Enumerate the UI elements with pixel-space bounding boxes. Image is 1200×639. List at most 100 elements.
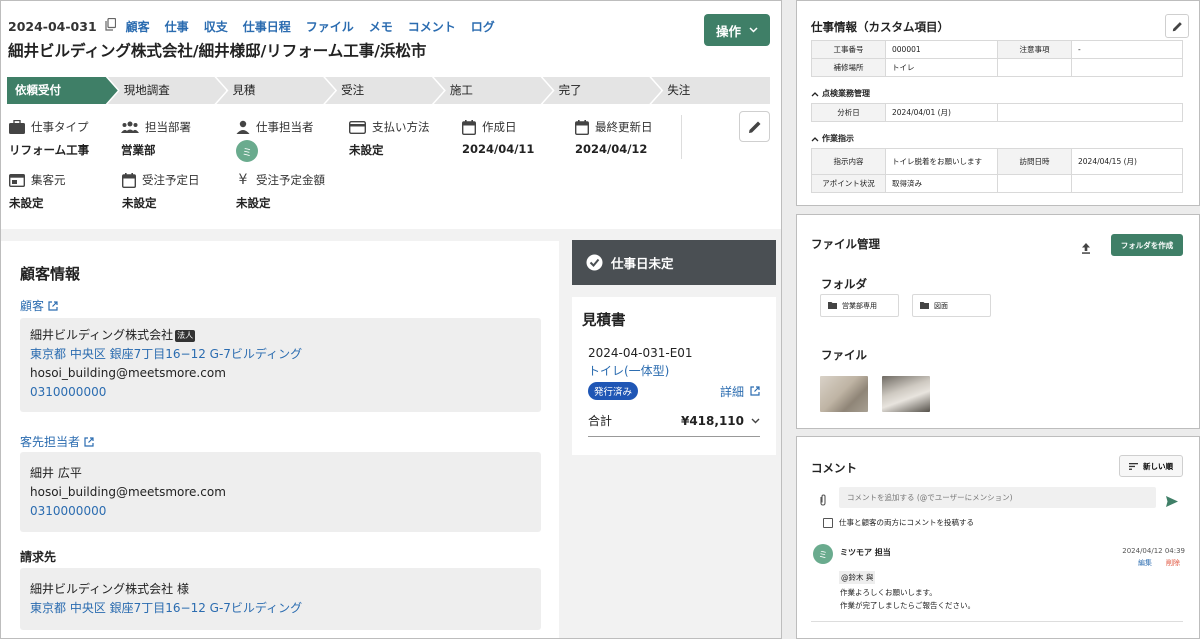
table-row: アポイント状況 取得済み [811,174,1183,193]
contact-name: 細井 広平 [30,466,82,480]
job-header: 2024-04-031 顧客 仕事 収支 仕事日程 ファイル メモ コメント ロ… [1,1,781,229]
external-link-icon [84,436,94,447]
group-icon [121,121,139,133]
table-row: 補修場所 トイレ [811,58,1183,77]
field-order-date: 受注予定日 未設定 [122,171,200,211]
billing-name: 細井ビルディング株式会社 様 [30,582,189,596]
file-thumbnail[interactable] [820,376,868,412]
action-button-label: 操作 [715,24,741,39]
briefcase-icon [9,120,25,134]
status-badge: 発行済み [588,382,639,400]
contact-person-label: 客先担当者 [20,435,81,449]
step-construction[interactable]: 施工 [434,77,553,104]
step-order[interactable]: 受注 [325,77,444,104]
job-type-value: リフォーム工事 [9,143,90,157]
nav-memo[interactable]: メモ [369,18,393,35]
table-row: 分析日 2024/04/01 (月) [811,103,1183,122]
nav-files[interactable]: ファイル [306,18,354,35]
field-payment: 支払い方法 未設定 [349,118,430,158]
nav-log[interactable]: ログ [471,18,495,35]
copy-icon[interactable] [105,17,116,34]
external-link-icon [750,386,760,396]
attachment-icon[interactable] [819,491,827,510]
chevron-up-icon [811,91,819,96]
nav-balance[interactable]: 収支 [204,18,228,35]
customer-link[interactable]: 顧客 [20,297,58,314]
comment-author: ミツモア 担当 [840,548,891,557]
contact-email: hosoi_building@meetsmore.com [30,485,226,499]
nav-schedule[interactable]: 仕事日程 [243,18,291,35]
checkbox[interactable] [823,517,833,528]
edit-fields-button[interactable] [739,111,770,142]
quote-total-label: 合計 [588,414,613,428]
staff-avatar[interactable]: ミ [236,140,258,162]
quote-heading: 見積書 [582,313,626,329]
order-date-value: 未設定 [122,196,157,210]
comment-input[interactable]: コメントを追加する (@でユーザーにメンション) [839,487,1156,508]
chevron-down-icon [751,418,760,423]
updated-label: 最終更新日 [595,120,653,134]
quote-detail-link[interactable]: 詳細 [720,383,766,400]
field-created: 作成日 2024/04/11 [462,118,534,156]
upload-icon[interactable] [1081,239,1091,258]
job-detail-panel: 2024-04-031 顧客 仕事 収支 仕事日程 ファイル メモ コメント ロ… [0,0,782,639]
chevron-up-icon [811,136,819,141]
field-source: 集客元 未設定 [9,171,66,211]
sort-button[interactable]: 新しい順 [1119,455,1183,477]
nav-customer[interactable]: 顧客 [126,18,150,35]
nav-comments[interactable]: コメント [408,18,456,35]
table-value: トイレ [885,58,998,77]
table-row: 指示内容 トイレ脱着をお願いします 訪問日時 2024/04/15 (月) [811,148,1183,175]
edit-custom-fields-button[interactable] [1165,14,1189,38]
table-value: トイレ脱着をお願いします [885,148,998,175]
step-estimate[interactable]: 見積 [216,77,335,104]
quote-item-link[interactable]: トイレ(一体型) [582,362,766,379]
table-value [1071,174,1183,193]
folder-icon [920,302,929,309]
created-label: 作成日 [482,120,517,134]
section-work-instructions-toggle[interactable]: 作業指示 [811,133,854,144]
comment-delete-link[interactable]: 削除 [1166,558,1180,568]
customer-phone[interactable]: 0310000000 [30,383,531,402]
step-reception[interactable]: 依頼受付 [7,77,118,104]
section-inspection-toggle[interactable]: 点検業務管理 [811,88,870,99]
customer-address[interactable]: 東京都 中央区 銀座7丁目16−12 G-7ビルディング [30,345,531,364]
folder-name: 営業部専用 [842,301,877,310]
progress-steps: 依頼受付 現地調査 見積 受注 施工 完了 失注 [7,77,771,104]
action-menu-button[interactable]: 操作 [704,14,770,46]
field-job-type: 仕事タイプ リフォーム工事 [9,118,89,158]
nav-job[interactable]: 仕事 [165,18,189,35]
quote-detail-label: 詳細 [719,384,744,399]
comment-mention[interactable]: @鈴木 與 [839,571,876,584]
file-thumbnail[interactable] [882,376,930,412]
custom-fields-panel: 仕事情報（カスタム項目） 工事番号 000001 注意事項 - 補修場所 トイレ… [796,0,1200,206]
contact-phone[interactable]: 0310000000 [30,502,531,521]
table-value [997,58,1072,77]
table-value [997,174,1072,193]
folder-item[interactable]: 営業部専用 [820,294,899,317]
step-complete[interactable]: 完了 [543,77,662,104]
section-inspection-label: 点検業務管理 [822,89,870,98]
divider [681,115,682,159]
send-icon[interactable] [1166,492,1178,511]
section-work-instructions-label: 作業指示 [822,134,854,143]
contact-person-link[interactable]: 客先担当者 [20,433,94,450]
post-to-both-checkbox[interactable]: 仕事と顧客の両方にコメントを投稿する [823,517,974,528]
create-folder-button[interactable]: フォルダを作成 [1111,234,1183,256]
comment-line: 作業よろしくお願いします。 [840,588,937,597]
step-lost[interactable]: 失注 [651,77,771,104]
step-site-survey[interactable]: 現地調査 [108,77,227,104]
quote-total-row[interactable]: 合計 ¥418,110 [588,412,760,437]
table-value: 000001 [885,40,998,59]
folder-item[interactable]: 図面 [912,294,991,317]
comments-heading: コメント [811,461,857,475]
external-link-icon [48,300,58,311]
created-value: 2024/04/11 [462,142,535,156]
comment-time: 2024/04/12 04:39 [1122,547,1185,555]
billing-address[interactable]: 東京都 中央区 銀座7丁目16−12 G-7ビルディング [30,599,531,618]
table-key: 補修場所 [811,58,886,77]
person-icon [236,120,250,134]
schedule-status-bar: 仕事日未定 [572,240,776,285]
calendar-icon [122,172,136,188]
comment-edit-link[interactable]: 編集 [1138,558,1152,568]
